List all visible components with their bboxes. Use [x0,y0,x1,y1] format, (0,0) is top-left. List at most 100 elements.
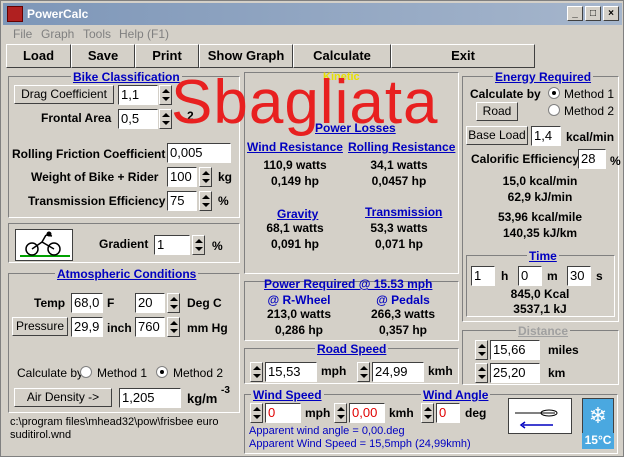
temp-label: Temp [34,296,66,310]
kcal-per-mile: 53,96 kcal/mile [497,210,583,224]
wind-mph-unit: mph [305,406,331,420]
atmo-method2-radio[interactable] [156,366,168,378]
pedals-label: @ Pedals [376,293,430,307]
time-hours-unit: h [501,269,509,283]
calc-by-label: Calculate by [17,366,84,380]
drag-coefficient-button[interactable]: Drag Coefficient [14,85,114,104]
base-load-unit: kcal/min [566,130,615,144]
wind-kmh-input[interactable]: 0,00 [349,403,385,423]
menu-tools[interactable]: Tools [83,27,111,41]
menu-bar: File Graph Tools Help (F1) [3,25,622,43]
rolling-friction-input[interactable]: 0,005 [167,143,231,163]
menu-file[interactable]: File [13,27,32,41]
transmission-title: Transmission [365,205,443,219]
wind-direction-icon [508,398,572,434]
distance-km-spinner[interactable] [475,363,488,383]
weight-unit: kg [218,170,233,184]
time-minutes-input[interactable]: 0 [518,266,542,286]
print-button[interactable]: Print [135,44,199,68]
show-graph-button[interactable]: Show Graph [199,44,293,68]
temp-c-input[interactable]: 20 [135,293,165,313]
powercalc-window: PowerCalc _ □ × File Graph Tools Help (F… [0,0,624,457]
weight-spinner[interactable] [199,167,212,187]
gradient-input[interactable]: 1 [154,235,190,255]
temp-c-spinner[interactable] [167,293,180,313]
apparent-wind-angle: Apparent wind angle = 0,00.deg [249,425,405,437]
drag-coefficient-input[interactable]: 1,1 [118,85,158,105]
wind-angle-input[interactable]: 0 [436,403,460,423]
gravity-title: Gravity [277,207,319,221]
energy-required-title: Energy Required [493,70,594,84]
rolling-friction-label: Rolling Friction Coefficient [12,147,166,161]
time-minutes-unit: m [547,269,558,283]
time-seconds-unit: s [596,269,603,283]
wind-mph-input[interactable]: 0 [265,403,301,423]
road-speed-kmh-input[interactable]: 24,99 [372,362,424,382]
wind-angle-unit: deg [465,406,487,420]
temp-c-unit: Deg C [187,296,222,310]
rolling-resistance-hp: 0,0457 hp [371,174,427,188]
air-density-button[interactable]: Air Density -> [14,388,112,407]
gradient-spinner[interactable] [192,235,205,255]
pressure-inch-input[interactable]: 29,9 [71,317,103,337]
road-speed-mph-input[interactable]: 15,53 [265,362,317,382]
energy-method2-label: Method 2 [564,104,615,118]
distance-miles-input[interactable]: 15,66 [490,340,540,360]
exit-button[interactable]: Exit [391,44,535,68]
distance-km-input[interactable]: 25,20 [490,363,540,383]
wind-mph-spinner[interactable] [250,403,263,423]
weight-input[interactable]: 100 [167,167,197,187]
time-seconds-input[interactable]: 30 [567,266,591,286]
road-speed-kmh-spinner[interactable] [357,362,370,382]
temp-f-unit: F [107,296,115,310]
atmo-method2-label: Method 2 [173,366,224,380]
maximize-icon[interactable]: □ [585,6,601,21]
pressure-mm-unit: mm Hg [187,321,228,335]
rwheel-label: @ R-Wheel [267,293,331,307]
wind-speed-title: Wind Speed [251,388,324,402]
energy-method2-radio[interactable] [548,104,560,116]
minimize-icon[interactable]: _ [567,6,583,21]
transmission-efficiency-input[interactable]: 75 [167,191,197,211]
wind-kmh-spinner[interactable] [334,403,347,423]
temp-f-input[interactable]: 68,0 [71,293,103,313]
air-density-input[interactable]: 1,205 [119,388,181,408]
pressure-mm-spinner[interactable] [167,317,180,337]
cyclist-icon [15,229,73,261]
close-icon[interactable]: × [603,6,619,21]
transmission-efficiency-spinner[interactable] [199,191,212,211]
wind-angle-spinner[interactable] [421,403,434,423]
air-density-unit: kg/m [187,391,218,406]
wind-resistance-hp: 0,149 hp [270,174,320,188]
energy-method1-label: Method 1 [564,87,615,101]
base-load-input[interactable]: 1,4 [531,126,561,146]
road-speed-kmh-unit: kmh [428,364,453,378]
calorific-efficiency-input[interactable]: 28 [578,149,606,169]
wind-resistance-title: Wind Resistance [247,140,343,154]
calculate-button[interactable]: Calculate [293,44,391,68]
distance-title: Distance [516,324,571,338]
kcal-per-min: 15,0 kcal/min [502,174,578,188]
energy-method1-radio[interactable] [548,87,560,99]
road-speed-title: Road Speed [315,342,389,356]
menu-graph[interactable]: Graph [41,27,74,41]
calorific-efficiency-unit: % [610,154,621,168]
road-speed-mph-spinner[interactable] [250,362,263,382]
menu-help[interactable]: Help (F1) [119,27,169,41]
save-button[interactable]: Save [71,44,135,68]
energy-calc-by-label: Calculate by [470,87,541,101]
distance-km-unit: km [548,366,566,380]
frontal-area-input[interactable]: 0,5 [118,109,158,129]
base-load-button[interactable]: Base Load [466,126,528,145]
transmission-hp: 0,071 hp [374,237,424,251]
load-button[interactable]: Load [6,44,71,68]
road-button[interactable]: Road [476,102,518,121]
pressure-mm-input[interactable]: 760 [135,317,165,337]
snowflake-icon[interactable]: ❄ [582,398,614,434]
atmo-method1-radio[interactable] [80,366,92,378]
road-speed-mph-unit: mph [321,364,347,378]
time-hours-input[interactable]: 1 [471,266,495,286]
pressure-button[interactable]: Pressure [12,317,68,336]
temperature-badge: 15°C [582,433,614,449]
distance-miles-spinner[interactable] [475,340,488,360]
